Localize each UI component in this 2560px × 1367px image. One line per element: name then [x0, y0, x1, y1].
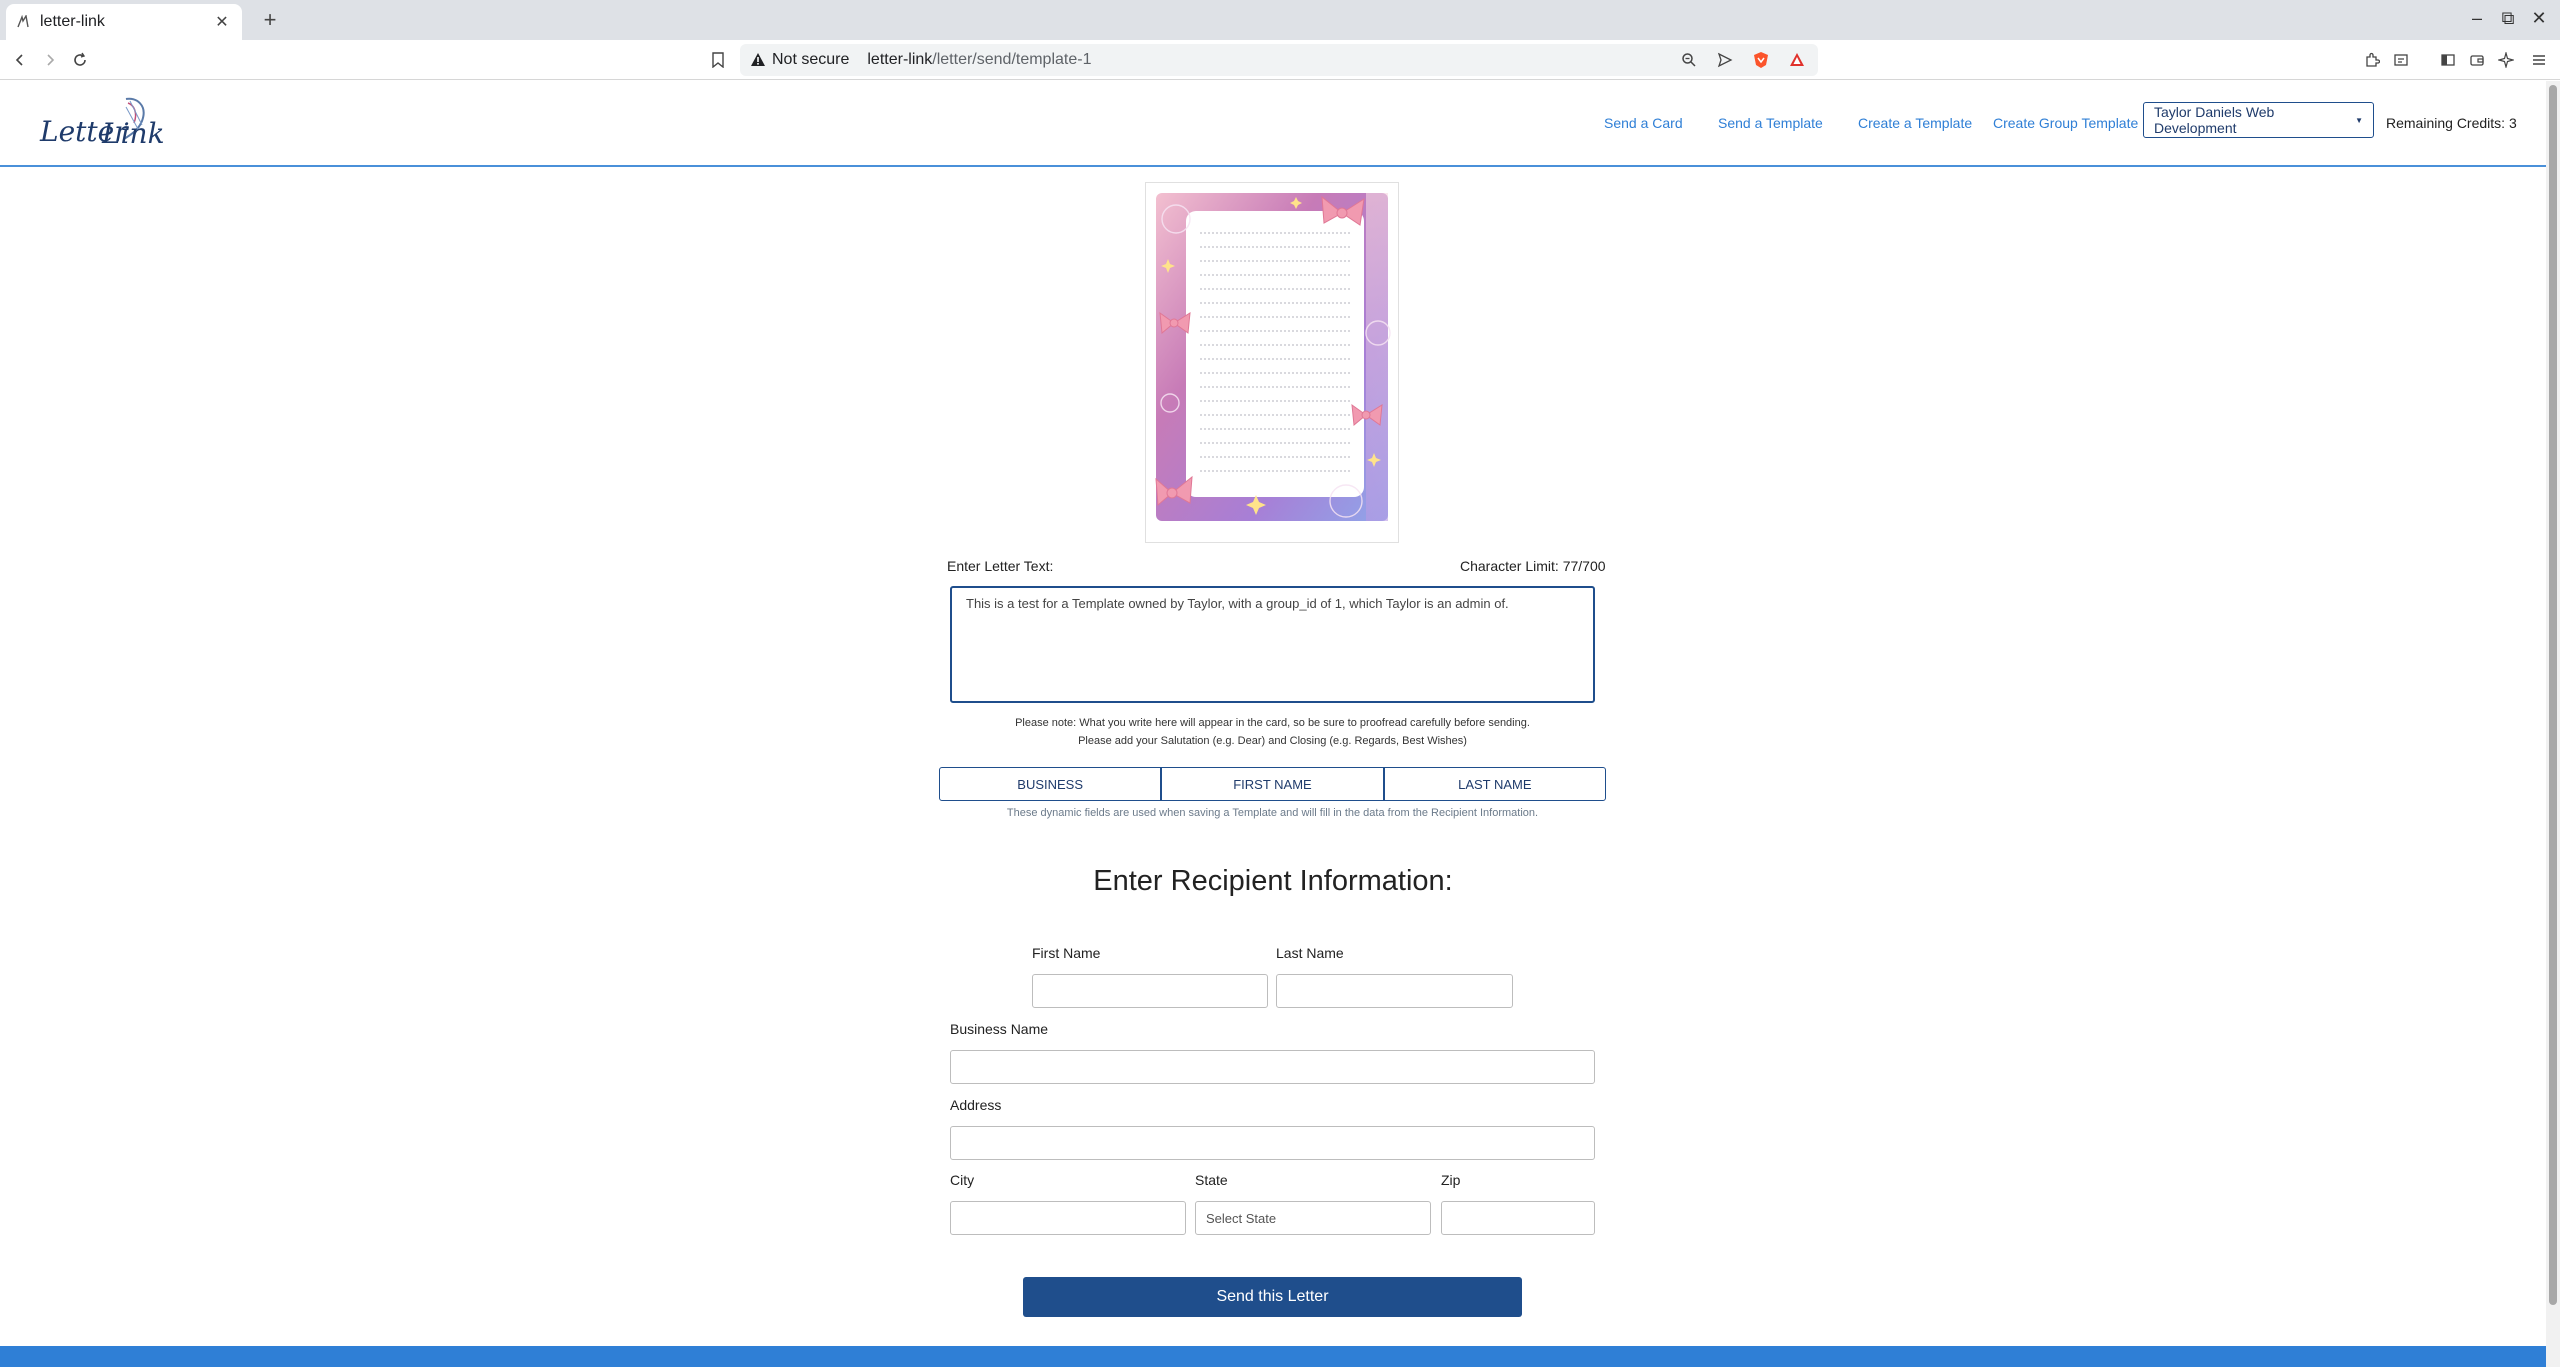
- dynamic-fields-group: BUSINESS FIRST NAME LAST NAME: [939, 767, 1606, 801]
- letter-link-logo[interactable]: Letter Link: [38, 95, 166, 153]
- remaining-credits: Remaining Credits: 3: [2386, 115, 2517, 131]
- leo-ai-icon[interactable]: [2494, 48, 2518, 72]
- first-name-field[interactable]: [1032, 974, 1268, 1008]
- insert-first-name-button[interactable]: FIRST NAME: [1161, 767, 1384, 801]
- forward-icon[interactable]: [38, 48, 62, 72]
- menu-icon[interactable]: [2527, 48, 2551, 72]
- insert-last-name-button[interactable]: LAST NAME: [1383, 767, 1606, 801]
- business-name-field[interactable]: [950, 1050, 1595, 1084]
- send-letter-button[interactable]: Send this Letter: [1023, 1277, 1522, 1317]
- page-scrollbar[interactable]: [2546, 81, 2560, 1367]
- send-icon[interactable]: [1714, 49, 1736, 71]
- letter-text-input[interactable]: [950, 586, 1595, 703]
- nav-send-template[interactable]: Send a Template: [1718, 115, 1823, 131]
- character-limit: Character Limit: 77/700: [1460, 558, 1606, 574]
- warning-icon: [750, 52, 766, 68]
- first-name-label: First Name: [1032, 945, 1101, 961]
- address-field[interactable]: [950, 1126, 1595, 1160]
- browser-tabstrip: letter-link ✕ + – ⧉ ✕: [0, 0, 2560, 40]
- bookmark-icon[interactable]: [706, 48, 730, 72]
- restore-icon[interactable]: ⧉: [2496, 8, 2520, 29]
- brave-shield-icon[interactable]: [1750, 49, 1772, 71]
- url-text[interactable]: letter-link/letter/send/template-1: [867, 51, 1664, 69]
- dynamic-fields-help: These dynamic fields are used when savin…: [1006, 807, 1539, 819]
- tab-title: letter-link: [40, 13, 105, 30]
- caret-down-icon: ▼: [2355, 115, 2363, 125]
- svg-text:Link: Link: [101, 117, 165, 150]
- nav-send-card[interactable]: Send a Card: [1604, 115, 1683, 131]
- recipient-section-title: Enter Recipient Information:: [1093, 865, 1453, 897]
- browser-tab[interactable]: letter-link ✕: [6, 4, 242, 40]
- page-content: Letter Link Send a Card Send a Template …: [0, 81, 2546, 1367]
- close-window-icon[interactable]: ✕: [2527, 8, 2551, 29]
- site-navbar: Letter Link Send a Card Send a Template …: [0, 81, 2546, 167]
- letter-text-label: Enter Letter Text:: [947, 558, 1054, 574]
- address-bar[interactable]: Not secure letter-link/letter/send/templ…: [740, 44, 1818, 76]
- sidebar-icon[interactable]: [2436, 48, 2460, 72]
- proofread-note: Please note: What you write here will ap…: [1015, 717, 1530, 729]
- wallet-icon[interactable]: [2465, 48, 2489, 72]
- reload-icon[interactable]: [68, 48, 92, 72]
- state-label: State: [1195, 1172, 1228, 1188]
- brave-rewards-icon[interactable]: [1786, 49, 1808, 71]
- business-name-label: Business Name: [950, 1021, 1049, 1037]
- zoom-icon[interactable]: [1678, 49, 1700, 71]
- tab-close-icon[interactable]: ✕: [212, 12, 232, 32]
- minimize-icon[interactable]: –: [2465, 8, 2489, 29]
- group-selector-dropdown[interactable]: Taylor Daniels Web Development ▼: [2143, 102, 2374, 138]
- site-favicon-icon: [16, 15, 30, 29]
- media-icon[interactable]: [2389, 48, 2413, 72]
- group-selector-label: Taylor Daniels Web Development: [2154, 104, 2275, 136]
- scrollbar-thumb[interactable]: [2549, 85, 2557, 1305]
- address-label: Address: [950, 1097, 1002, 1113]
- zip-label: Zip: [1441, 1172, 1461, 1188]
- new-tab-button[interactable]: +: [256, 6, 284, 34]
- last-name-field[interactable]: [1276, 974, 1513, 1008]
- browser-toolbar: Not secure letter-link/letter/send/templ…: [0, 40, 2560, 80]
- stationery-preview: [1145, 182, 1399, 543]
- nav-create-template[interactable]: Create a Template: [1858, 115, 1972, 131]
- footer-bar: [0, 1346, 2546, 1367]
- not-secure-label: Not secure: [772, 51, 850, 68]
- insert-business-button[interactable]: BUSINESS: [939, 767, 1162, 801]
- nav-create-group-template[interactable]: Create Group Template: [1993, 115, 2138, 131]
- last-name-label: Last Name: [1276, 945, 1344, 961]
- stationery-image: [1155, 193, 1391, 521]
- extensions-icon[interactable]: [2360, 48, 2384, 72]
- city-field[interactable]: [950, 1201, 1186, 1235]
- zip-field[interactable]: [1441, 1201, 1595, 1235]
- state-select-value: Select State: [1206, 1210, 1277, 1226]
- salutation-note: Please add your Salutation (e.g. Dear) a…: [1078, 735, 1467, 747]
- back-icon[interactable]: [8, 48, 32, 72]
- city-label: City: [950, 1172, 975, 1188]
- state-select[interactable]: Select State: [1195, 1201, 1431, 1235]
